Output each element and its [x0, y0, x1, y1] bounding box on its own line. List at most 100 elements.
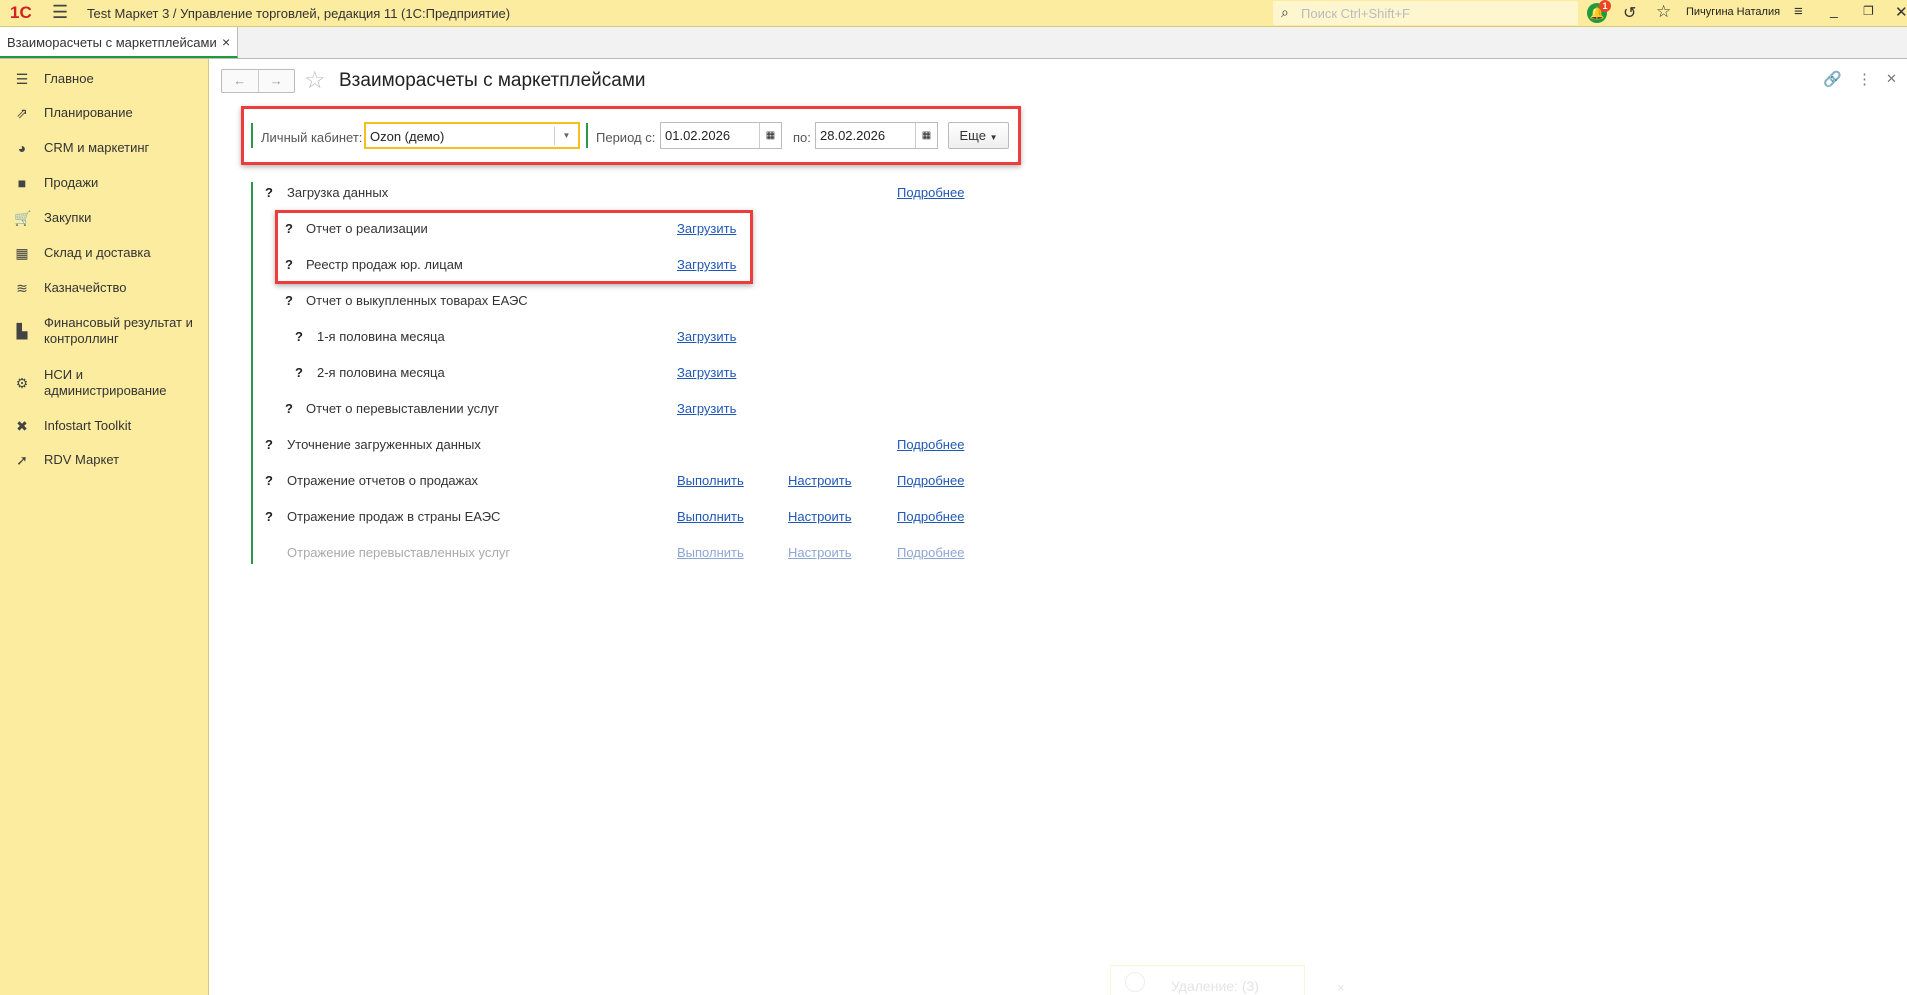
sidebar-item-finance[interactable]: ▙ Финансовый результат и контроллинг	[14, 315, 204, 347]
step-label: Уточнение загруженных данных	[287, 437, 481, 452]
favorites-star-icon[interactable]: ☆	[1656, 2, 1671, 22]
more-vertical-icon[interactable]: ⋮	[1857, 70, 1872, 88]
chevron-down-icon[interactable]: ▼	[554, 127, 578, 145]
step-label: Отражение перевыставленных услуг	[287, 545, 511, 560]
details-link[interactable]: Подробнее	[897, 473, 964, 488]
sidebar-item-warehouse[interactable]: ▦ Склад и доставка	[14, 245, 204, 261]
window-title: Test Маркет 3 / Управление торговлей, ре…	[87, 6, 511, 21]
sidebar-item-label: Финансовый результат и контроллинг	[44, 315, 193, 346]
help-icon[interactable]: ?	[285, 257, 293, 272]
step-label: Отчет о выкупленных товарах ЕАЭС	[306, 293, 528, 308]
sidebar-item-rdv[interactable]: ➚ RDV Маркет	[14, 452, 204, 468]
bar-chart-icon: ▙	[16, 323, 28, 339]
sidebar-item-planning[interactable]: ⇗ Планирование	[14, 105, 204, 121]
execute-link[interactable]: Выполнить	[677, 509, 744, 524]
title-bar: 1С ☰ Test Маркет 3 / Управление торговле…	[0, 0, 1907, 27]
tab-vzaimoraschety[interactable]: Взаиморасчеты с маркетплейсами ×	[0, 27, 238, 58]
details-link[interactable]: Подробнее	[897, 185, 964, 200]
help-icon[interactable]: ?	[285, 293, 293, 308]
search-icon: ⌕	[1281, 4, 1289, 20]
sidebar-item-main[interactable]: ☰ Главное	[14, 71, 204, 87]
chevron-down-icon: ▼	[989, 133, 998, 142]
load-link[interactable]: Загрузить	[677, 365, 736, 380]
period-from-label: Период с:	[596, 130, 656, 145]
favorite-star-icon[interactable]: ☆	[304, 66, 326, 95]
sidebar-item-label: Планирование	[44, 105, 133, 120]
tab-label: Взаиморасчеты с маркетплейсами	[7, 35, 217, 50]
pie-chart-icon: ◕	[17, 140, 27, 156]
close-window-icon[interactable]: ✕	[1895, 3, 1907, 21]
setup-link[interactable]: Настроить	[788, 473, 852, 488]
warehouse-icon: ▦	[15, 245, 29, 261]
back-arrow-icon[interactable]: ←	[222, 70, 259, 92]
link-icon[interactable]: 🔗	[1823, 70, 1842, 88]
cabinet-label: Личный кабинет:	[261, 130, 363, 145]
1c-logo: 1С	[10, 3, 32, 22]
sidebar-item-infostart[interactable]: ✖ Infostart Toolkit	[14, 418, 204, 434]
more-button[interactable]: Еще ▼	[948, 122, 1009, 149]
step-label: 1-я половина месяца	[317, 329, 445, 344]
calendar-icon[interactable]: ▦	[915, 123, 937, 148]
step-label: 2-я половина месяца	[317, 365, 445, 380]
step-label: Отчет о реализации	[306, 221, 428, 236]
steps-group-marker	[251, 182, 253, 564]
help-icon[interactable]: ?	[265, 509, 273, 524]
sidebar	[0, 59, 209, 995]
execute-link[interactable]: Выполнить	[677, 473, 744, 488]
period-from-input[interactable]: 01.02.2026 ▦	[660, 122, 782, 149]
step-label: Реестр продаж юр. лицам	[306, 257, 463, 272]
history-icon[interactable]: ↺	[1623, 3, 1636, 23]
tab-close-icon[interactable]: ×	[222, 34, 230, 50]
help-icon[interactable]: ?	[265, 185, 273, 200]
cabinet-value: Ozon (демо)	[370, 129, 445, 144]
load-link[interactable]: Загрузить	[677, 401, 736, 416]
menu-icon: ☰	[15, 71, 29, 87]
group-marker	[586, 123, 588, 148]
forward-arrow-icon[interactable]: →	[259, 70, 295, 92]
main-menu-icon[interactable]: ☰	[52, 2, 68, 23]
cabinet-select[interactable]: Ozon (демо) ▼	[364, 122, 580, 149]
step-label: Отражение отчетов о продажах	[287, 473, 479, 488]
sidebar-item-admin[interactable]: ⚙ НСИ и администрирование	[14, 367, 204, 399]
rocket-icon: ➚	[16, 452, 28, 468]
help-icon[interactable]: ?	[285, 221, 293, 236]
minimize-icon[interactable]: _	[1830, 2, 1838, 18]
help-icon[interactable]: ?	[285, 401, 293, 416]
details-link[interactable]: Подробнее	[897, 509, 964, 524]
tab-bar: Взаиморасчеты с маркетплейсами ×	[0, 27, 1907, 59]
sidebar-item-purchases[interactable]: 🛒 Закупки	[14, 210, 204, 226]
user-name[interactable]: Пичугина Наталия	[1686, 6, 1780, 18]
setup-link[interactable]: Настроить	[788, 545, 852, 560]
load-link[interactable]: Загрузить	[677, 329, 736, 344]
step-label: Отчет о перевыставлении услуг	[306, 401, 499, 416]
settings-menu-icon[interactable]: ≡	[1794, 3, 1803, 20]
gear-icon: ⚙	[15, 375, 29, 391]
sidebar-item-treasury[interactable]: ≋ Казначейство	[14, 280, 204, 296]
help-icon[interactable]: ?	[295, 365, 303, 380]
sidebar-item-label: Продажи	[44, 175, 99, 190]
sidebar-item-label: НСИ и администрирование	[44, 367, 167, 398]
help-icon[interactable]: ?	[265, 437, 273, 452]
sidebar-item-crm[interactable]: ◕ CRM и маркетинг	[14, 140, 204, 156]
step-label: Загрузка данных	[287, 185, 389, 200]
load-link[interactable]: Загрузить	[677, 221, 736, 236]
calendar-icon[interactable]: ▦	[759, 123, 781, 148]
setup-link[interactable]: Настроить	[788, 509, 852, 524]
planning-icon: ⇗	[16, 105, 28, 121]
search-input[interactable]: ⌕ Поиск Ctrl+Shift+F	[1273, 1, 1578, 25]
period-to-input[interactable]: 28.02.2026 ▦	[815, 122, 938, 149]
toast-close-icon[interactable]: ×	[1337, 980, 1345, 995]
sidebar-item-label: Главное	[44, 71, 94, 86]
details-link[interactable]: Подробнее	[897, 545, 964, 560]
period-from-value: 01.02.2026	[665, 128, 731, 143]
help-icon[interactable]: ?	[265, 473, 273, 488]
close-form-icon[interactable]: ✕	[1886, 71, 1897, 87]
help-icon[interactable]: ?	[295, 329, 303, 344]
sidebar-item-sales[interactable]: ■ Продажи	[14, 175, 204, 191]
load-link[interactable]: Загрузить	[677, 257, 736, 272]
execute-link[interactable]: Выполнить	[677, 545, 744, 560]
details-link[interactable]: Подробнее	[897, 437, 964, 452]
toast-notification[interactable]: Удаление: (3) ×	[1110, 965, 1345, 995]
restore-icon[interactable]: ❐	[1863, 4, 1874, 18]
step-label: Отражение продаж в страны ЕАЭС	[287, 509, 501, 524]
